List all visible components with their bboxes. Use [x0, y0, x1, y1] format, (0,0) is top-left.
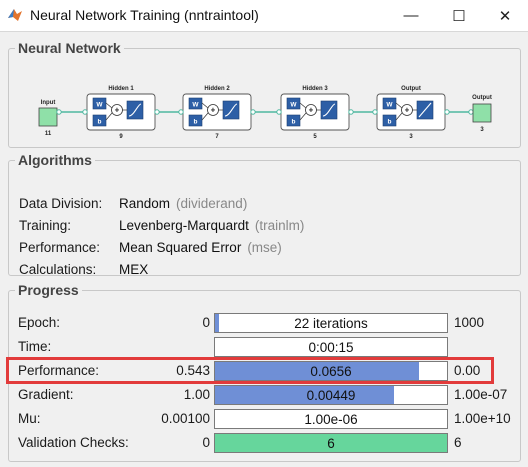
progress-label: Gradient:: [18, 387, 74, 402]
progress-bar-value: 22 iterations: [294, 315, 368, 331]
algo-value: MEX: [119, 262, 149, 277]
progress-bar-value: 0:00:15: [308, 339, 354, 355]
connector-node: [178, 109, 184, 115]
output-size: 3: [480, 127, 484, 133]
progress-bar: 0.0656: [214, 361, 448, 381]
algo-code: (trainlm): [254, 218, 305, 233]
neural-network-title: Neural Network: [18, 40, 121, 56]
minimize-button[interactable]: —: [388, 0, 434, 31]
progress-min-value: 0.00100: [161, 411, 210, 426]
progress-min-value: 0: [202, 435, 210, 450]
progress-label: Validation Checks:: [18, 435, 129, 450]
progress-max-value: 1.00e-07: [454, 387, 508, 402]
progress-max-value: 1.00e+10: [454, 411, 511, 426]
algo-row-data-division: Data Division: Random (dividerand): [19, 196, 247, 211]
progress-label: Epoch:: [18, 315, 61, 330]
connector-node: [154, 109, 160, 115]
progress-row-mu: Mu: 0.00100 1.00e-06 1.00e+10: [18, 409, 511, 429]
algo-row-training: Training: Levenberg-Marquardt (trainlm): [19, 218, 304, 233]
progress-min-value: 0: [202, 315, 210, 330]
progress-bar: 1.00e-06: [214, 409, 448, 429]
progress-bar-value: 1.00e-06: [304, 411, 358, 427]
layer-label: Hidden 1: [108, 86, 134, 92]
progress-row-epoch: Epoch: 0 22 iterations 1000: [18, 313, 508, 333]
input-size: 11: [45, 131, 52, 137]
progress-row-time: Time: 0:00:15: [18, 337, 508, 357]
bias-symbol: b: [388, 119, 392, 126]
bias-symbol: b: [194, 119, 198, 126]
output-label: Output: [472, 95, 492, 101]
progress-bar-value: 6: [327, 435, 335, 451]
matlab-app-icon: [8, 9, 22, 21]
algo-value: Random: [119, 196, 171, 211]
algo-label: Performance:: [19, 240, 101, 255]
layer-label: Output: [401, 86, 421, 92]
progress-label: Time:: [18, 339, 52, 354]
connector-node: [372, 109, 378, 115]
progress-bar: 0:00:15: [214, 337, 448, 357]
progress-max-value: 6: [454, 435, 462, 450]
layer-size: 5: [313, 134, 317, 140]
sum-symbol: +: [115, 106, 120, 115]
progress-row-gradient: Gradient: 1.00 0.00449 1.00e-07: [18, 385, 508, 405]
progress-max-value: 0.00: [454, 363, 481, 378]
weight-symbol: W: [96, 102, 103, 109]
sum-symbol: +: [211, 106, 216, 115]
algo-value: Mean Squared Error: [119, 240, 242, 255]
progress-label: Performance:: [18, 363, 100, 378]
progress-row-performance: Performance: 0.543 0.0656 0.00: [18, 361, 508, 381]
progress-bar: 6: [214, 433, 448, 453]
algo-label: Data Division:: [19, 196, 103, 211]
connector-node: [444, 109, 450, 115]
progress-min-value: 0.543: [176, 363, 210, 378]
maximize-button[interactable]: ☐: [436, 0, 482, 31]
progress-row-validation-checks: Validation Checks: 0 6 6: [18, 433, 508, 453]
algo-value: Levenberg-Marquardt: [119, 218, 249, 233]
progress-bar-value: 0.00449: [306, 387, 356, 403]
weight-symbol: W: [386, 102, 393, 109]
close-button[interactable]: ✕: [482, 0, 528, 31]
progress-min-value: 1.00: [183, 387, 210, 402]
weight-symbol: W: [192, 102, 199, 109]
layer-size: 3: [409, 134, 413, 140]
progress-bar: 22 iterations: [214, 313, 448, 333]
progress-label: Mu:: [18, 411, 41, 426]
connector-node: [276, 109, 282, 115]
layer-label: Hidden 3: [302, 86, 328, 92]
algo-label: Calculations:: [19, 262, 97, 277]
connector-node: [56, 109, 62, 115]
output-block: [472, 103, 492, 123]
algo-row-performance: Performance: Mean Squared Error (mse): [19, 240, 282, 255]
algorithms-title: Algorithms: [18, 152, 92, 168]
weight-symbol: W: [290, 102, 297, 109]
sum-symbol: +: [405, 106, 410, 115]
progress-bar-value: 0.0656: [310, 363, 352, 379]
algo-row-calculations: Calculations: MEX: [19, 262, 154, 277]
progress-max-value: 1000: [454, 315, 485, 330]
sum-symbol: +: [309, 106, 314, 115]
layer-size: 9: [119, 134, 123, 140]
input-label: Input: [41, 100, 56, 106]
connector-node: [82, 109, 88, 115]
network-diagram: Input 11 Hidden 1 9 Wb + Hidden 2 7 Wb + Hidden 3 5…: [38, 86, 492, 140]
layer-label: Hidden 2: [204, 86, 230, 92]
progress-bar: 0.00449: [214, 385, 448, 405]
algo-label: Training:: [19, 218, 72, 233]
algorithms-panel: Algorithms Data Division: Random (dividera…: [8, 152, 521, 277]
title-bar: Neural Network Training (nntraintool) — …: [0, 0, 528, 32]
algo-code: (mse): [247, 240, 282, 255]
layer-size: 7: [215, 134, 219, 140]
bias-symbol: b: [292, 119, 296, 126]
connector-node: [468, 109, 474, 115]
neural-network-panel: Neural Network Input 11 Hidden 1 9 Wb + Hidden…: [8, 40, 521, 148]
input-block: [38, 107, 58, 127]
algo-code: (dividerand): [176, 196, 248, 211]
bias-symbol: b: [98, 119, 102, 126]
progress-title: Progress: [18, 282, 79, 298]
connector-node: [250, 109, 256, 115]
connector-node: [348, 109, 354, 115]
window-title: Neural Network Training (nntraintool): [30, 7, 259, 23]
